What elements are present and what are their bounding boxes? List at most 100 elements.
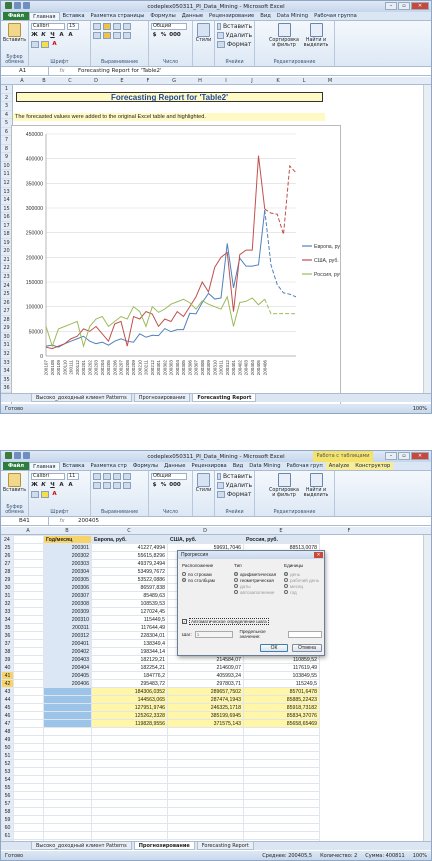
font-size-combo[interactable]: 11 xyxy=(67,473,79,480)
unit-workday-radio[interactable]: рабочий день xyxy=(284,577,324,583)
fill-color-icon[interactable] xyxy=(41,41,49,48)
cell[interactable]: 184776,2 xyxy=(91,671,168,680)
cell[interactable] xyxy=(13,823,44,832)
cell[interactable] xyxy=(13,783,44,792)
column-header-C[interactable]: C xyxy=(91,528,167,534)
cell[interactable] xyxy=(13,639,44,648)
cell[interactable]: 200405 xyxy=(43,671,92,680)
tab-4[interactable]: Формулы xyxy=(130,462,161,470)
cell[interactable]: 214609,07 xyxy=(167,663,244,672)
cell[interactable] xyxy=(13,583,44,592)
table-header[interactable]: США, руб. xyxy=(167,535,244,544)
quick-access-toolbar[interactable] xyxy=(5,2,30,9)
cell[interactable] xyxy=(91,823,168,832)
cell[interactable]: 117619,49 xyxy=(243,663,320,672)
tab-5[interactable]: Данные xyxy=(161,462,188,470)
merge-icon[interactable] xyxy=(123,482,131,489)
cell[interactable] xyxy=(13,591,44,600)
ok-button[interactable]: ОК xyxy=(260,644,288,652)
font-size-combo[interactable]: 15 xyxy=(67,23,79,30)
sort-filter-button[interactable]: Сортировка и фильтр xyxy=(269,23,299,64)
cell[interactable]: 125262,3328 xyxy=(91,711,168,720)
cell[interactable]: 182254,21 xyxy=(91,663,168,672)
bold-button[interactable]: Ж xyxy=(31,482,38,489)
quick-access-toolbar[interactable] xyxy=(5,452,30,459)
cell[interactable] xyxy=(43,799,92,808)
align-middle-icon[interactable] xyxy=(103,473,111,480)
grow-font-button[interactable]: A xyxy=(58,32,65,39)
tab-1[interactable]: Главная xyxy=(29,462,60,470)
font-name-combo[interactable]: Calibri xyxy=(31,473,65,480)
tab-7[interactable]: Вид xyxy=(230,462,247,470)
cell[interactable] xyxy=(43,759,92,768)
cell[interactable] xyxy=(13,679,44,688)
tab-6[interactable]: Рецензирова xyxy=(188,462,229,470)
align-top-icon[interactable] xyxy=(93,23,101,30)
tab-4[interactable]: Формулы xyxy=(147,12,178,20)
cell[interactable]: 200401 xyxy=(43,639,92,648)
fx-icon[interactable]: fx xyxy=(49,518,75,524)
delete-cells-button[interactable]: Удалить xyxy=(217,32,252,39)
wrap-icon[interactable] xyxy=(123,473,131,480)
cell[interactable]: 200308 xyxy=(43,599,92,608)
font-color-button[interactable]: A xyxy=(51,491,58,498)
step-input[interactable]: 1 xyxy=(194,630,233,638)
cell[interactable]: 138349,4 xyxy=(91,639,168,648)
cell[interactable]: 103849,55 xyxy=(243,671,320,680)
insert-cells-button[interactable]: Вставить xyxy=(217,473,252,480)
dialog-close-button[interactable]: ✕ xyxy=(314,552,323,558)
cell[interactable] xyxy=(43,791,92,800)
cell[interactable]: 53522,0886 xyxy=(91,575,168,584)
column-header-C[interactable]: C xyxy=(57,78,83,84)
italic-button[interactable]: К xyxy=(40,32,47,39)
cell[interactable]: 228304,01 xyxy=(91,631,168,640)
borders-icon[interactable] xyxy=(31,41,39,48)
cell[interactable]: 108539,53 xyxy=(91,599,168,608)
cell[interactable] xyxy=(167,751,244,760)
cell[interactable] xyxy=(43,727,92,736)
font-name-combo[interactable]: Calibri xyxy=(31,23,65,30)
cell[interactable] xyxy=(13,575,44,584)
cell[interactable]: 200307 xyxy=(43,591,92,600)
zoom-level[interactable]: 100% xyxy=(413,406,427,412)
cell[interactable] xyxy=(13,767,44,776)
sheet-grid[interactable]: Forecasting Report for 'Table2' The fore… xyxy=(11,85,423,405)
tab-10[interactable]: Analyze xyxy=(325,462,353,470)
sheet-tab-0[interactable]: Высоко_доходный клиент Patterns xyxy=(31,842,132,850)
vertical-scrollbar[interactable] xyxy=(423,85,431,393)
cell[interactable] xyxy=(43,807,92,816)
cell[interactable] xyxy=(13,791,44,800)
column-header-M[interactable]: M xyxy=(317,78,343,84)
cell[interactable] xyxy=(243,759,320,768)
cell[interactable] xyxy=(91,815,168,824)
type-geometric-radio[interactable]: геометрическая xyxy=(234,577,280,583)
type-autofill-radio[interactable]: автозаполнение xyxy=(234,589,280,595)
cell[interactable]: 198344,14 xyxy=(91,647,168,656)
cell[interactable] xyxy=(13,735,44,744)
cell[interactable] xyxy=(91,759,168,768)
cell[interactable] xyxy=(13,775,44,784)
cell[interactable] xyxy=(13,647,44,656)
underline-button[interactable]: Ч xyxy=(49,482,56,489)
tab-8[interactable]: Data Mining xyxy=(246,462,283,470)
save-icon[interactable] xyxy=(14,2,21,9)
column-header-G[interactable]: G xyxy=(161,78,187,84)
currency-button[interactable]: $ xyxy=(151,482,158,489)
percent-button[interactable]: % xyxy=(160,32,167,39)
cell[interactable] xyxy=(13,607,44,616)
cell[interactable] xyxy=(91,735,168,744)
styles-button[interactable]: Стили xyxy=(195,473,212,493)
thousands-button[interactable]: 000 xyxy=(169,32,181,39)
cell[interactable] xyxy=(13,831,44,840)
cell[interactable] xyxy=(43,695,92,704)
zoom-level[interactable]: 100% xyxy=(413,853,427,859)
sheet-tab-2[interactable]: Forecasting Report xyxy=(192,394,257,402)
formula-input[interactable]: Forecasting Report for 'Table2' xyxy=(75,68,162,74)
maximize-button[interactable]: ▫ xyxy=(398,2,410,10)
cell[interactable]: 182129,21 xyxy=(91,655,168,664)
close-button[interactable]: ✕ xyxy=(411,2,429,10)
column-header-F[interactable]: F xyxy=(319,528,379,534)
number-format-combo[interactable]: Общий xyxy=(151,23,187,30)
column-header-H[interactable]: H xyxy=(187,78,213,84)
cell[interactable] xyxy=(13,671,44,680)
